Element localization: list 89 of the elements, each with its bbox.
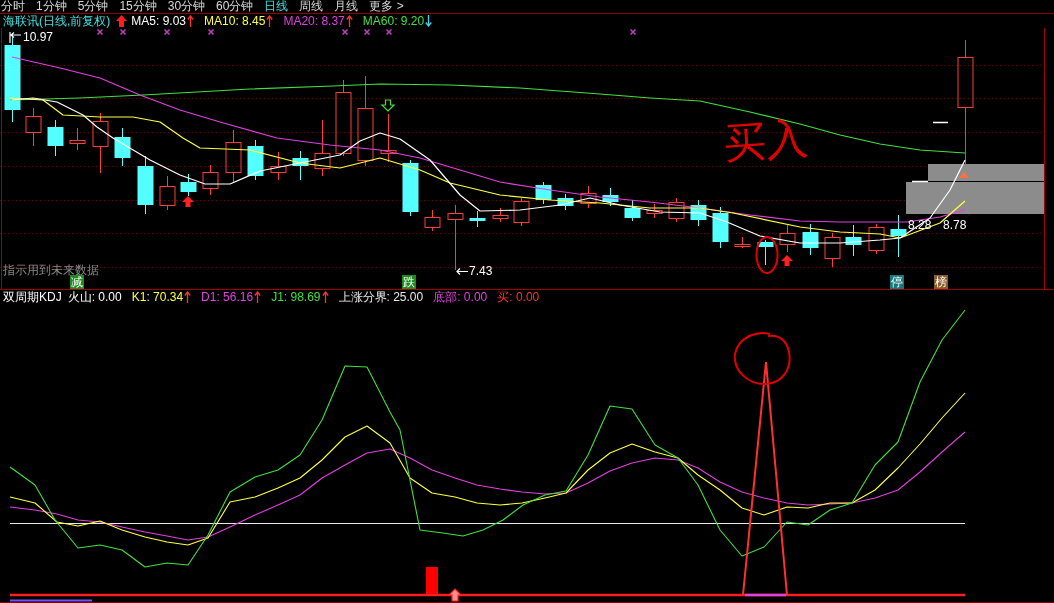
candlestick bbox=[890, 214, 907, 258]
candlestick bbox=[734, 236, 751, 249]
indicator-value: MA20: 8.37 bbox=[283, 14, 345, 28]
price-label: 7.43 bbox=[469, 265, 493, 278]
indicator-value: 火山: 0.00 bbox=[67, 290, 122, 304]
candlestick bbox=[624, 199, 641, 222]
candlestick bbox=[447, 204, 464, 271]
cross-mark-icon bbox=[119, 28, 127, 36]
candlestick bbox=[712, 206, 729, 249]
signal-tag: 跌 bbox=[402, 275, 416, 289]
period-tab[interactable]: 30分钟 bbox=[167, 0, 206, 13]
candlestick bbox=[469, 210, 486, 228]
period-tab[interactable]: 15分钟 bbox=[119, 0, 157, 13]
candlestick bbox=[580, 185, 597, 209]
notice-text: 指示用到未来数据 bbox=[3, 263, 99, 277]
dash-mark bbox=[932, 121, 949, 124]
candlestick bbox=[690, 199, 707, 227]
candlestick bbox=[202, 164, 219, 196]
cross-mark-icon bbox=[163, 28, 171, 36]
chart-title: 双周期KDJ bbox=[3, 290, 62, 304]
candlestick bbox=[314, 119, 331, 177]
cross-mark-icon bbox=[363, 28, 371, 36]
candlestick bbox=[779, 224, 796, 253]
candlestick bbox=[424, 209, 441, 232]
period-tab[interactable]: 周线 bbox=[299, 0, 324, 13]
candlestick bbox=[868, 223, 885, 255]
period-tab[interactable]: 60分钟 bbox=[216, 0, 254, 13]
leader-arrow-icon bbox=[7, 31, 22, 44]
candlestick bbox=[802, 223, 819, 256]
price-label: 8.78 bbox=[943, 219, 967, 232]
candlestick bbox=[824, 232, 841, 268]
indicator-value: K1: 70.34 bbox=[131, 290, 184, 304]
leader-arrow-icon bbox=[456, 267, 468, 276]
period-tab[interactable]: 更多 > bbox=[369, 0, 404, 13]
period-tab[interactable]: 1分钟 bbox=[36, 0, 67, 13]
indicator-value: MA5: 9.03 bbox=[131, 14, 187, 28]
cross-mark-icon bbox=[629, 28, 637, 36]
signal-tag: 榜 bbox=[934, 275, 948, 289]
candlestick bbox=[69, 127, 86, 151]
triangle-marker-icon bbox=[959, 172, 969, 178]
down-arrow-icon bbox=[380, 99, 396, 112]
candlestick bbox=[114, 127, 131, 167]
candlestick bbox=[845, 224, 862, 257]
candlestick bbox=[380, 113, 397, 163]
candlestick bbox=[25, 107, 42, 147]
candlestick bbox=[492, 207, 509, 223]
candlestick bbox=[270, 151, 287, 181]
hand-drawn-circle bbox=[755, 236, 779, 274]
handwritten-note: 买入 bbox=[722, 113, 810, 169]
period-tab[interactable]: 月线 bbox=[334, 0, 359, 13]
period-tab[interactable]: 日线 bbox=[264, 0, 289, 13]
indicator-value: 底部: 0.00 bbox=[433, 290, 488, 304]
candlestick bbox=[668, 197, 685, 223]
candlestick bbox=[92, 112, 109, 174]
signal-bar bbox=[426, 567, 438, 594]
candlestick bbox=[225, 129, 242, 183]
indicator-value: MA10: 8.45 bbox=[204, 14, 266, 28]
cross-mark-icon bbox=[341, 28, 349, 36]
candlestick bbox=[757, 239, 774, 266]
chart-title: 海联讯(日线,前复权) bbox=[3, 14, 111, 28]
indicator-value: D1: 56.16 bbox=[201, 290, 254, 304]
candlestick bbox=[646, 203, 663, 219]
cross-mark-icon bbox=[207, 28, 215, 36]
candlestick bbox=[535, 181, 552, 205]
period-tab[interactable]: 5分钟 bbox=[77, 0, 109, 13]
up-arrow-icon bbox=[781, 255, 793, 266]
candlestick bbox=[292, 150, 309, 181]
indicator-value: MA60: 9.20 bbox=[362, 14, 425, 28]
candlestick bbox=[47, 119, 64, 157]
price-label: 10.97 bbox=[23, 31, 54, 44]
up-arrow-icon bbox=[182, 196, 194, 207]
indicator-value: 买: 0.00 bbox=[497, 290, 540, 304]
candlestick bbox=[247, 139, 264, 181]
candlestick bbox=[557, 193, 574, 211]
indicator-value: J1: 98.69 bbox=[271, 290, 321, 304]
up-arrow-icon bbox=[447, 588, 463, 602]
indicator-value: 上涨分界: 25.00 bbox=[338, 290, 424, 304]
cross-mark-icon bbox=[385, 28, 393, 36]
dash-mark bbox=[911, 180, 929, 183]
cross-mark-icon bbox=[96, 28, 104, 36]
candlestick bbox=[159, 175, 176, 211]
signal-tag: 停 bbox=[890, 275, 904, 289]
candlestick bbox=[602, 187, 619, 207]
signal-tag: 减 bbox=[70, 275, 84, 289]
candlestick bbox=[137, 155, 154, 215]
candlestick bbox=[180, 173, 197, 197]
candlestick bbox=[402, 159, 419, 217]
candlestick bbox=[513, 197, 530, 227]
period-tab[interactable]: 分时 bbox=[1, 0, 25, 13]
